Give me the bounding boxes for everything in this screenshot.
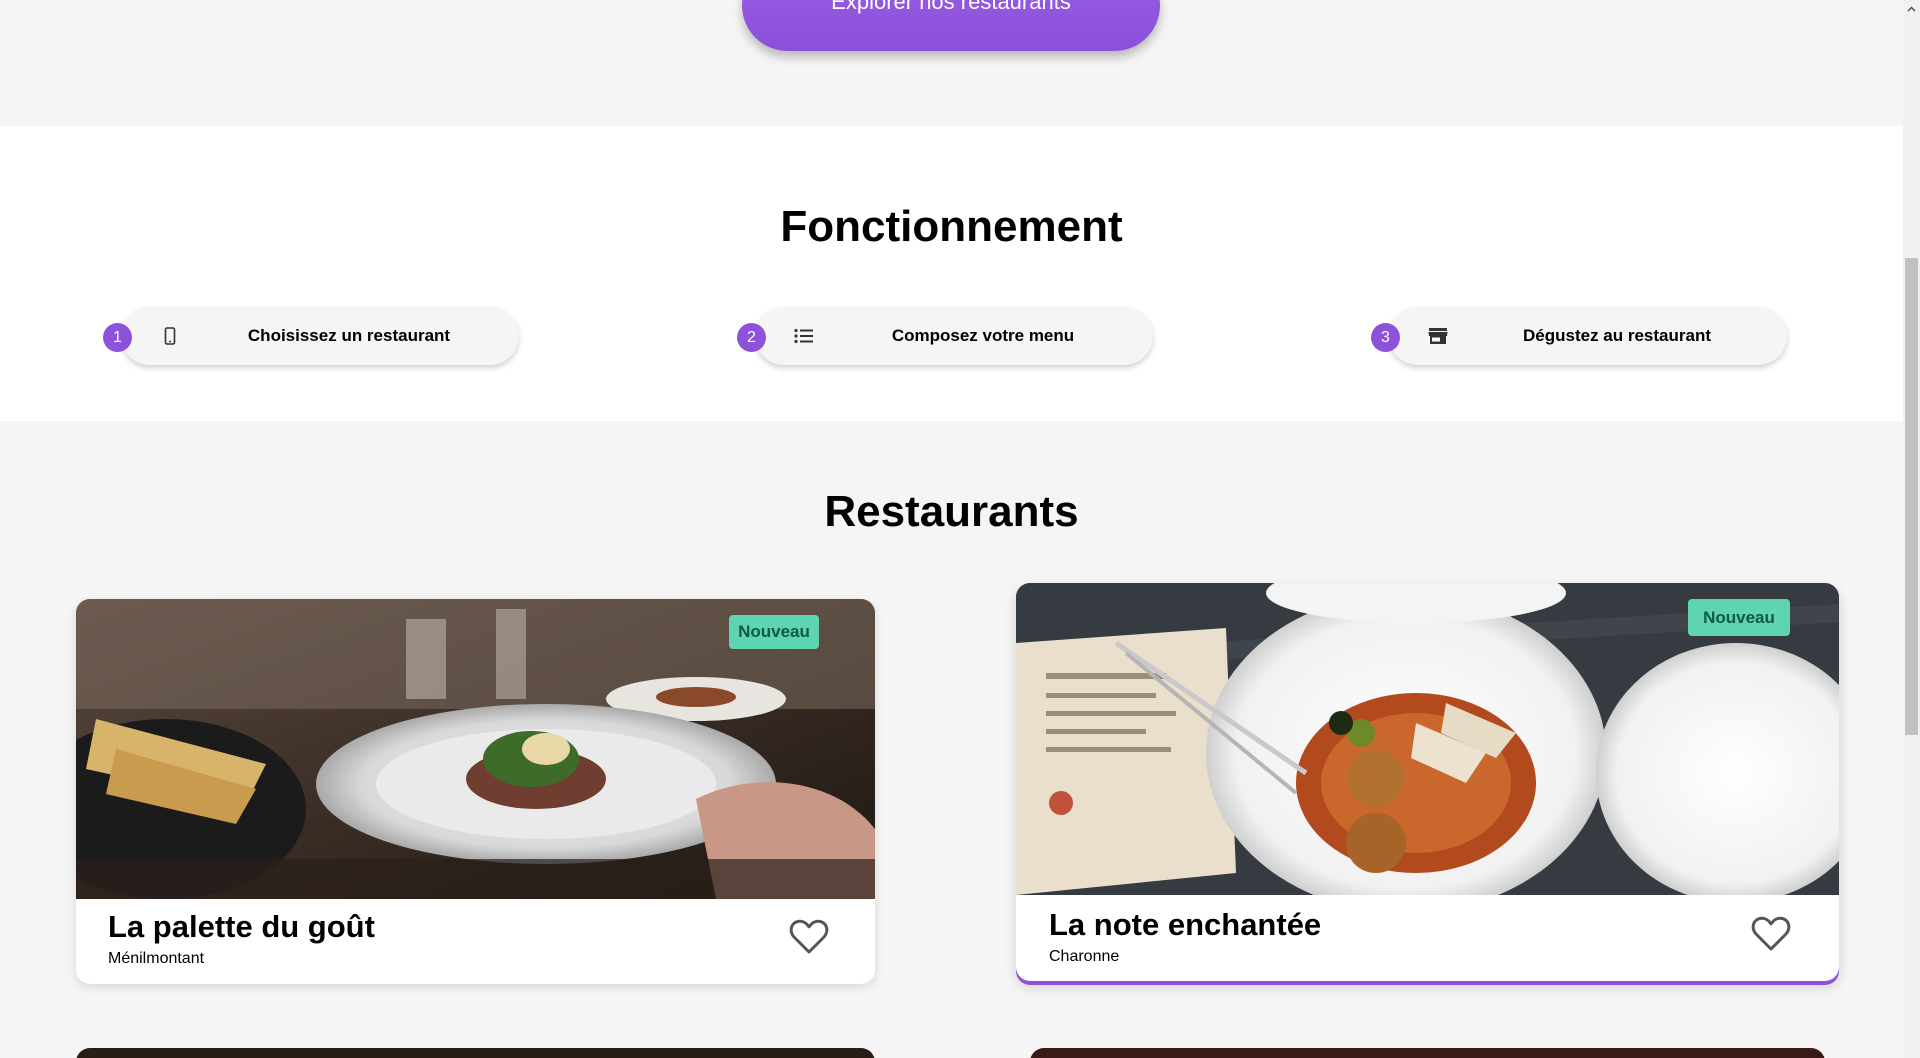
page: Explorer nos restaurants Fonctionnement …	[0, 0, 1903, 1058]
heart-outline-icon[interactable]	[1751, 916, 1791, 952]
step-number: 2	[737, 323, 766, 352]
step-label: Composez votre menu	[891, 326, 1075, 345]
heart-outline-icon[interactable]	[789, 919, 829, 955]
step-3: 3 Dégustez au restaurant	[1371, 307, 1787, 365]
step-label: Dégustez au restaurant	[1523, 326, 1711, 345]
new-badge: Nouveau	[729, 615, 819, 649]
section-title-how-it-works: Fonctionnement	[780, 202, 1123, 251]
explore-restaurants-button[interactable]: Explorer nos restaurants	[742, 0, 1160, 51]
restaurant-card-peek	[76, 1048, 875, 1058]
restaurant-name: La note enchantée	[1049, 907, 1322, 942]
list-icon	[793, 325, 815, 347]
hero-section: Explorer nos restaurants	[0, 0, 1903, 126]
smartphone-icon	[159, 325, 181, 347]
restaurant-card[interactable]: Nouveau La palette du goût Ménilmontant	[76, 599, 875, 984]
step-1: 1 Choisissez un restaurant	[103, 307, 519, 365]
how-it-works-section: Fonctionnement 1 Choisissez un restauran…	[0, 126, 1903, 421]
scroll-up-arrow-icon[interactable]	[1903, 0, 1920, 17]
scrollbar-thumb[interactable]	[1905, 258, 1918, 735]
step-2: 2 Composez votre menu	[737, 307, 1153, 365]
new-badge: Nouveau	[1688, 599, 1790, 636]
vertical-scrollbar[interactable]	[1903, 0, 1920, 1058]
step-number: 3	[1371, 323, 1400, 352]
restaurant-location: Charonne	[1049, 948, 1120, 965]
store-icon	[1427, 325, 1449, 347]
restaurant-name: La palette du goût	[108, 909, 375, 944]
restaurant-card[interactable]: Nouveau La note enchantée Charonne	[1016, 583, 1839, 981]
section-title-restaurants: Restaurants	[824, 487, 1079, 536]
step-number: 1	[103, 323, 132, 352]
restaurant-location: Ménilmontant	[108, 950, 205, 967]
restaurant-card-peek	[1030, 1048, 1825, 1058]
step-label: Choisissez un restaurant	[247, 326, 451, 345]
restaurants-section: Restaurants Nouveau La palette du goût M…	[0, 421, 1903, 1058]
